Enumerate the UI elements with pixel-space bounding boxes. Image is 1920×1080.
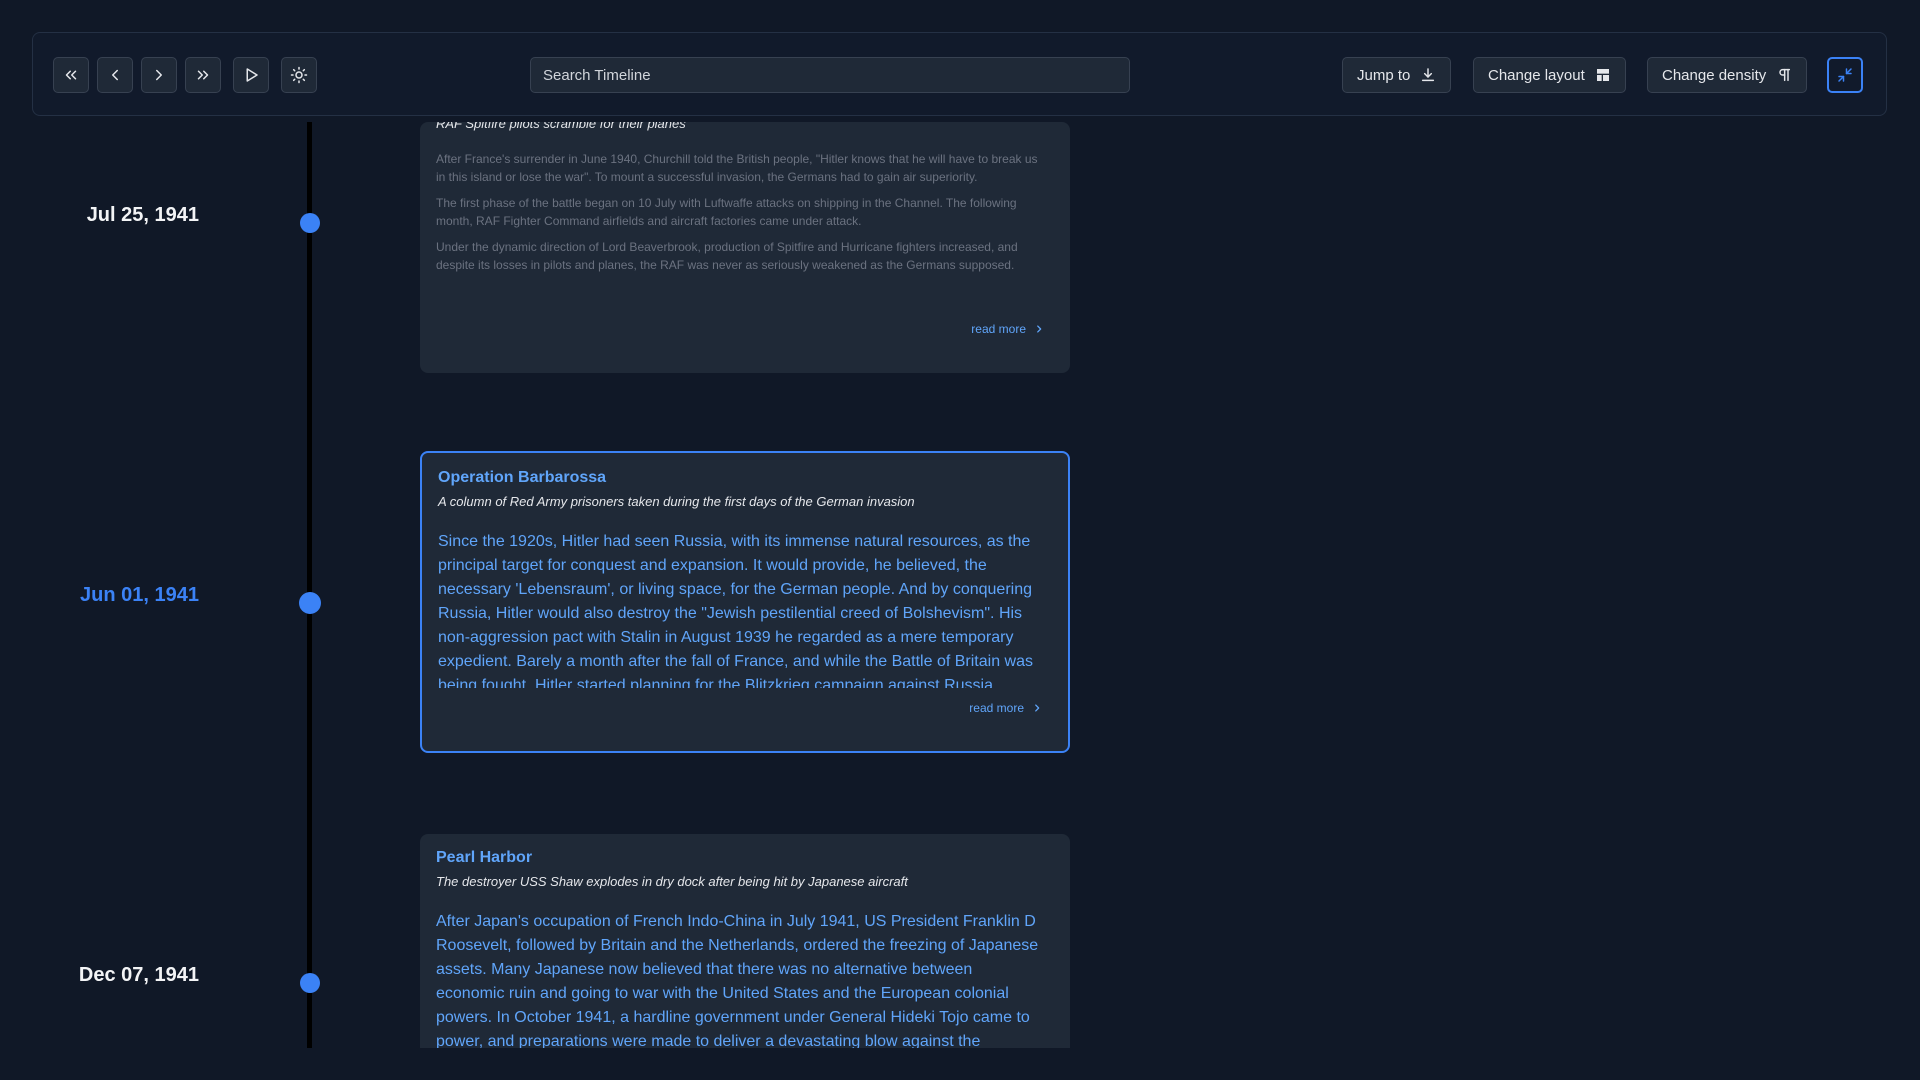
sun-icon <box>290 66 308 84</box>
chevron-right-icon <box>1035 704 1040 712</box>
next-button[interactable] <box>141 57 177 93</box>
timeline-point[interactable] <box>300 973 320 993</box>
card-subtitle: RAF Spitfire pilots scramble for their p… <box>436 122 686 131</box>
timeline-toolbar: Jump to Change layout Change density <box>32 32 1887 116</box>
card-paragraph: The first phase of the battle began on 1… <box>436 196 1017 228</box>
card-subtitle: A column of Red Army prisoners taken dur… <box>438 494 915 509</box>
card-body: After France's surrender in June 1940, C… <box>436 150 1042 273</box>
theme-toggle-button[interactable] <box>281 57 317 93</box>
search-input[interactable] <box>530 57 1130 93</box>
jump-to-button[interactable]: Jump to <box>1342 57 1452 93</box>
last-button[interactable] <box>185 57 221 93</box>
card-paragraph: After Japan's occupation of French Indo-… <box>436 913 1039 1048</box>
timeline-point[interactable] <box>300 213 320 233</box>
collapse-button[interactable] <box>1827 57 1863 93</box>
card-paragraph: After France's surrender in June 1940, C… <box>436 152 1038 184</box>
timeline-card-active[interactable]: Operation Barbarossa A column of Red Arm… <box>420 451 1070 753</box>
jump-to-label: Jump to <box>1357 66 1411 84</box>
timeline-card[interactable]: Pearl Harbor The destroyer USS Shaw expl… <box>420 834 1070 1048</box>
minimize-icon <box>1838 68 1852 82</box>
change-layout-button[interactable]: Change layout <box>1473 57 1626 93</box>
change-density-label: Change density <box>1662 66 1767 84</box>
read-more-label: read more <box>969 701 1024 715</box>
card-subtitle: The destroyer USS Shaw explodes in dry d… <box>436 874 908 889</box>
card-body: Since the 1920s, Hitler had seen Russia,… <box>438 530 1040 688</box>
chevron-right-icon <box>156 69 162 81</box>
card-paragraph: Since the 1920s, Hitler had seen Russia,… <box>438 533 1033 688</box>
change-layout-label: Change layout <box>1488 66 1585 84</box>
timeline-point-active[interactable] <box>299 592 321 614</box>
first-button[interactable] <box>53 57 89 93</box>
layout-icon <box>1596 69 1609 81</box>
card-title: Pearl Harbor <box>436 849 533 866</box>
timeline-date-active: Jun 01, 1941 <box>80 584 199 606</box>
timeline-card[interactable]: RAF Spitfire pilots scramble for their p… <box>420 122 1070 373</box>
chevrons-left-icon <box>65 70 77 80</box>
previous-button[interactable] <box>97 57 133 93</box>
card-paragraph: Under the dynamic direction of Lord Beav… <box>436 240 1018 272</box>
paragraph-icon <box>1779 68 1791 82</box>
timeline-line <box>307 122 312 1048</box>
change-density-button[interactable]: Change density <box>1647 57 1808 93</box>
card-body: After Japan's occupation of French Indo-… <box>436 910 1042 1048</box>
timeline-date: Dec 07, 1941 <box>78 964 199 986</box>
play-icon <box>246 68 258 82</box>
download-icon <box>1422 68 1435 82</box>
play-button[interactable] <box>233 57 269 93</box>
card-title: Operation Barbarossa <box>438 469 607 486</box>
read-more-label: read more <box>971 322 1026 336</box>
chevron-left-icon <box>112 69 118 81</box>
read-more-link[interactable]: read more <box>971 322 1044 336</box>
timeline-date: Jul 25, 1941 <box>86 204 199 226</box>
read-more-link[interactable]: read more <box>969 701 1042 715</box>
chevrons-right-icon <box>197 70 209 80</box>
chevron-right-icon <box>1037 325 1042 333</box>
